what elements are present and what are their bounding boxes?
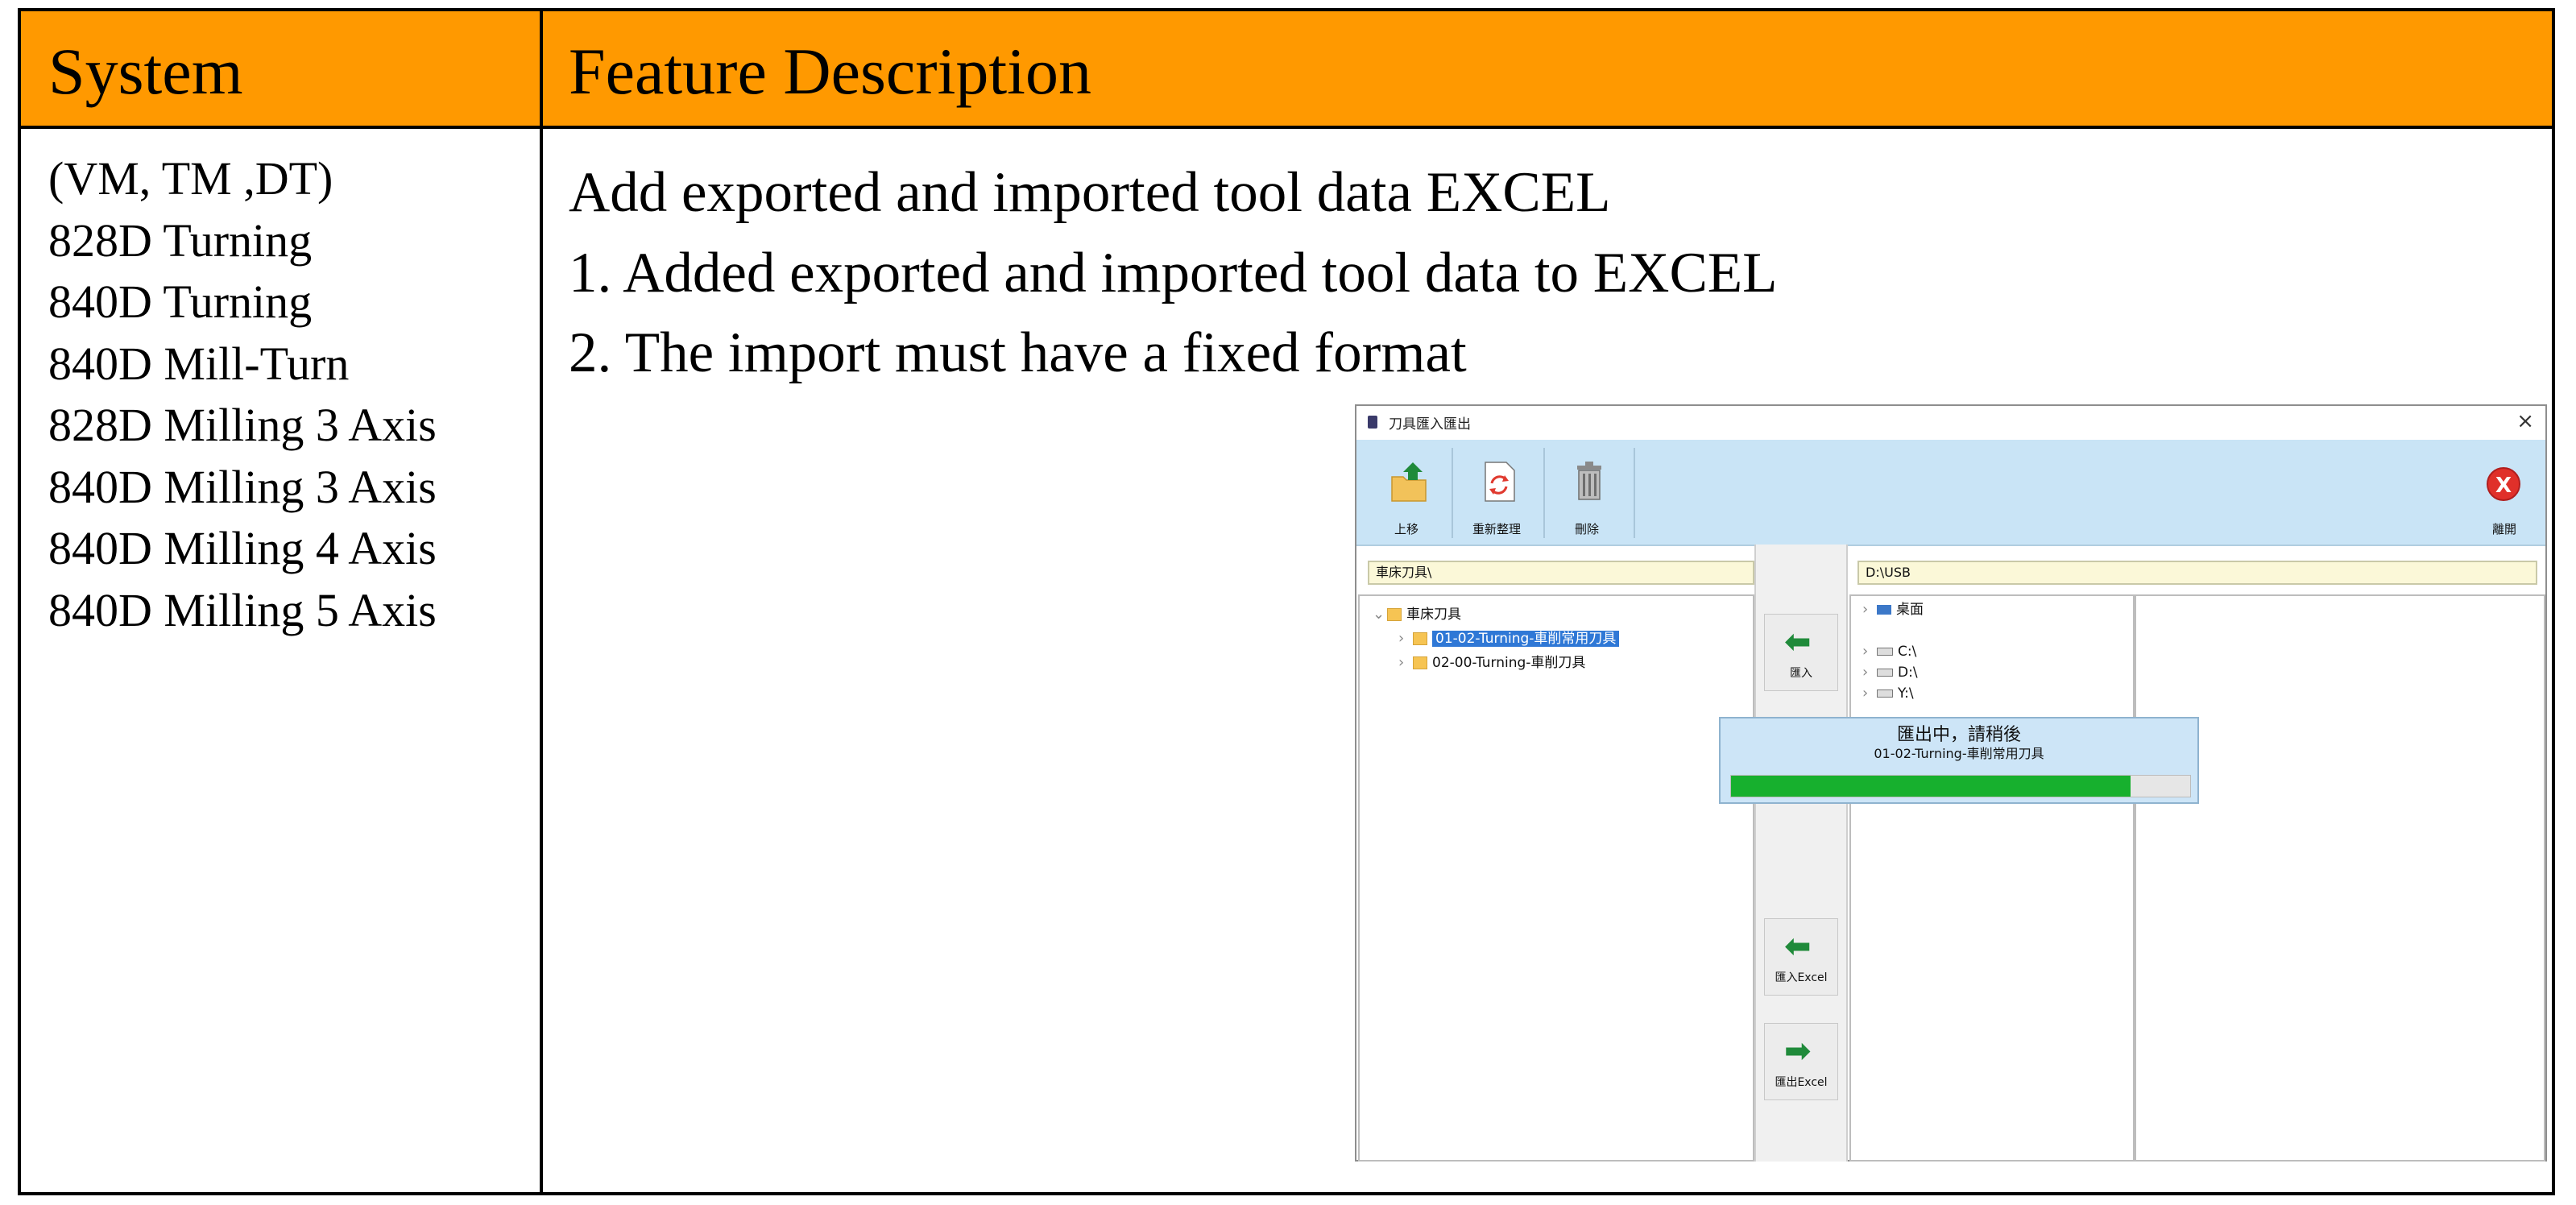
chevron-right-icon[interactable]: › (1862, 664, 1877, 681)
import-excel-button[interactable]: ⬅ 匯入Excel (1764, 918, 1838, 996)
system-item: 828D Turning (48, 213, 313, 267)
left-tree-pane[interactable]: ⌄ 車床刀具 › 01-02-Turning-車削常用刀具 › 02-00-Turni… (1358, 594, 1754, 1162)
import-label: 匯入 (1790, 667, 1812, 680)
right-path-field[interactable]: D:\USB (1857, 561, 2537, 585)
exit-button[interactable]: X 離開 (2476, 448, 2533, 538)
system-item: 840D Milling 4 Axis (48, 522, 437, 574)
folder-icon (1413, 656, 1427, 669)
column-divider (540, 11, 543, 1192)
progress-bar (1730, 775, 2191, 797)
up-button[interactable]: 上移 (1366, 448, 1447, 538)
tree-item-label: 02-00-Turning-車削刀具 (1432, 655, 1586, 671)
arrow-right-icon: ➡ (1784, 1033, 1812, 1070)
tree-item-desktop[interactable]: › 桌面 (1862, 601, 1924, 619)
tool-import-export-window: 刀具匯入匯出 × 上移 重新整理 刪除 X 離開 車床刀具\ D:\USB ⌄ … (1355, 404, 2547, 1162)
refresh-button[interactable]: 重新整理 (1456, 448, 1537, 538)
system-item: 840D Milling 3 Axis (48, 460, 437, 513)
drive-label: Y:\ (1898, 685, 1914, 702)
tree-item-drive[interactable]: › C:\ (1862, 643, 1916, 660)
drive-icon (1877, 689, 1893, 698)
file-list-pane[interactable] (2135, 594, 2545, 1162)
app-icon (1368, 416, 1377, 429)
toolbar-divider (1634, 448, 1635, 538)
folder-icon (1413, 632, 1427, 645)
folder-icon (1387, 608, 1402, 621)
desktop-label: 桌面 (1896, 602, 1924, 618)
system-list: (VM, TM ,DT) 828D Turning 840D Turning 8… (48, 148, 437, 641)
feature-line: Add exported and imported tool data EXCE… (569, 161, 1611, 224)
chevron-right-icon[interactable]: › (1862, 643, 1877, 660)
drive-label: C:\ (1898, 644, 1917, 660)
export-excel-label: 匯出Excel (1775, 1076, 1828, 1089)
import-button[interactable]: ⬅ 匯入 (1764, 614, 1838, 691)
system-item: 840D Milling 5 Axis (48, 583, 437, 636)
progress-dialog: 匯出中，請稍後 01-02-Turning-車削常用刀具 (1719, 717, 2199, 804)
system-item: (VM, TM ,DT) (48, 152, 333, 205)
import-excel-label: 匯入Excel (1775, 971, 1828, 984)
toolbar: 上移 重新整理 刪除 X 離開 (1356, 440, 2545, 546)
desktop-icon (1877, 605, 1891, 615)
up-label: 上移 (1394, 522, 1418, 536)
chevron-right-icon[interactable]: › (1398, 630, 1413, 648)
title-bar: 刀具匯入匯出 × (1356, 406, 2545, 440)
drive-label: D:\ (1898, 665, 1918, 681)
left-path-field[interactable]: 車床刀具\ (1368, 561, 1754, 585)
tree-root[interactable]: ⌄ 車床刀具 (1373, 606, 1461, 623)
system-item: 840D Mill-Turn (48, 337, 350, 390)
export-excel-button[interactable]: ➡ 匯出Excel (1764, 1023, 1838, 1100)
toolbar-divider (1452, 448, 1453, 538)
right-tree-pane[interactable]: › 桌面 › C:\ › D:\ › Y:\ (1849, 594, 2135, 1162)
tree-root-label: 車床刀具 (1406, 607, 1461, 623)
feature-header: Feature Description (569, 35, 1091, 108)
arrow-left-icon: ⬅ (1784, 928, 1812, 965)
system-header: System (48, 35, 243, 108)
tree-item-drive[interactable]: › D:\ (1862, 664, 1918, 681)
progress-item: 01-02-Turning-車削常用刀具 (1874, 746, 2044, 761)
drive-icon (1877, 648, 1893, 656)
window-title: 刀具匯入匯出 (1389, 416, 1471, 433)
trash-icon (1577, 462, 1601, 500)
chevron-right-icon[interactable]: › (1862, 601, 1877, 619)
progress-fill (1731, 776, 2131, 797)
feature-description: Add exported and imported tool data EXCE… (569, 153, 1778, 394)
chevron-right-icon[interactable]: › (1398, 654, 1413, 672)
drive-icon (1877, 669, 1893, 677)
chevron-right-icon[interactable]: › (1862, 685, 1877, 702)
close-icon[interactable]: × (2516, 409, 2534, 433)
delete-button[interactable]: 刪除 (1547, 448, 1627, 538)
arrow-left-icon: ⬅ (1784, 623, 1812, 660)
feature-line: 2. The import must have a fixed format (569, 321, 1467, 384)
tree-item-label-selected: 01-02-Turning-車削常用刀具 (1432, 631, 1620, 647)
exit-label: 離開 (2491, 522, 2516, 536)
tree-item[interactable]: › 01-02-Turning-車削常用刀具 (1398, 630, 1620, 648)
delete-label: 刪除 (1574, 522, 1599, 536)
system-item: 828D Milling 3 Axis (48, 399, 437, 451)
transfer-strip: ⬅ 匯入 ⬅ 匯入Excel ➡ 匯出Excel (1754, 545, 1848, 1162)
folder-up-icon (1391, 462, 1427, 502)
refresh-icon (1485, 462, 1515, 502)
tree-item[interactable]: › 02-00-Turning-車削刀具 (1398, 654, 1585, 672)
refresh-label: 重新整理 (1472, 522, 1521, 536)
tree-item-drive[interactable]: › Y:\ (1862, 685, 1914, 702)
feature-line: 1. Added exported and imported tool data… (569, 241, 1778, 304)
chevron-down-icon[interactable]: ⌄ (1373, 606, 1387, 623)
table-header (21, 11, 2552, 129)
toolbar-divider (1543, 448, 1545, 538)
system-item: 840D Turning (48, 275, 313, 328)
exit-icon: X (2487, 467, 2520, 501)
